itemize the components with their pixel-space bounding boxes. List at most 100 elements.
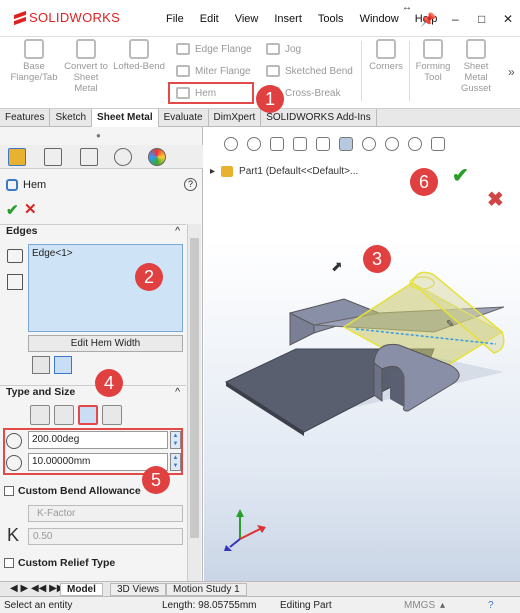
angle-spinner[interactable]: ▲ ▼ — [170, 431, 181, 449]
custom-bend-allowance-checkbox[interactable] — [4, 486, 14, 496]
menu-edit[interactable]: Edit — [192, 13, 227, 25]
custom-bend-allowance-row[interactable]: Custom Bend Allowance — [4, 485, 141, 497]
ok-button[interactable]: ✔ — [6, 201, 19, 219]
ribbon-separator — [409, 41, 410, 101]
menu-tools[interactable]: Tools — [310, 13, 352, 25]
callout-2: 2 — [135, 263, 163, 291]
angle-field-row: 200.00deg ▲ ▼ — [6, 431, 182, 451]
base-flange-button[interactable]: Base Flange/Tab — [8, 39, 60, 83]
scrollbar-thumb[interactable] — [190, 238, 199, 538]
radius-spinner[interactable]: ▲ ▼ — [170, 453, 181, 471]
close-button[interactable]: ✕ — [503, 12, 513, 26]
minimize-button[interactable]: – — [452, 12, 459, 26]
lofted-bend-icon — [129, 39, 149, 59]
tab-sheet-metal[interactable]: Sheet Metal — [92, 109, 159, 127]
menu-view[interactable]: View — [227, 13, 267, 25]
feature-manager-icon[interactable] — [8, 148, 26, 166]
collapse-chevron-icon[interactable]: ^ — [175, 225, 180, 237]
status-length: Length: 98.05755mm — [162, 600, 257, 611]
menu-file[interactable]: File — [158, 13, 192, 25]
angle-input[interactable]: 200.00deg — [28, 431, 168, 449]
sketched-bend-button[interactable]: Sketched Bend — [266, 65, 353, 77]
bend-outside-button[interactable] — [54, 356, 72, 374]
units-dropdown-icon[interactable]: ▴ — [440, 600, 445, 611]
edit-hem-width-button[interactable]: Edit Hem Width — [28, 335, 183, 352]
corners-button[interactable]: Corners — [366, 39, 406, 72]
help-status-icon[interactable]: ? — [488, 600, 494, 611]
hem-closed-button[interactable] — [30, 405, 50, 425]
hem-rolled-button[interactable] — [102, 405, 122, 425]
front-hem-inner — [390, 368, 404, 407]
tab-sketch[interactable]: Sketch — [50, 109, 93, 127]
sheet-metal-gusset-button[interactable]: Sheet Metal Gusset — [456, 39, 496, 94]
sketched-bend-icon — [266, 65, 280, 77]
dimxpert-manager-icon[interactable] — [114, 148, 132, 166]
tab-model[interactable]: Model — [60, 583, 103, 596]
hem-tear-drop-button[interactable] — [78, 405, 98, 425]
sketched-bend-label: Sketched Bend — [285, 65, 353, 77]
menu-window[interactable]: Window — [352, 13, 407, 25]
tab-motion-study[interactable]: Motion Study 1 — [166, 583, 247, 596]
hem-open-button[interactable] — [54, 405, 74, 425]
title-bar: SOLIDWORKS File Edit View Insert Tools W… — [0, 0, 520, 37]
edges-header-label: Edges — [6, 225, 38, 237]
menu-insert[interactable]: Insert — [266, 13, 310, 25]
command-tabs: Features Sketch Sheet Metal Evaluate Dim… — [0, 109, 520, 127]
panel-scrollbar[interactable] — [187, 224, 201, 581]
k-factor-select[interactable]: K-Factor — [28, 505, 183, 522]
convert-to-sheet-metal-button[interactable]: Convert to Sheet Metal — [62, 39, 110, 94]
forming-tool-icon — [423, 39, 443, 59]
logo-text: SOLIDWORKS — [29, 10, 121, 25]
forming-tool-label: Forming Tool — [415, 61, 451, 83]
edges-section-header[interactable]: Edges ^ — [0, 224, 186, 240]
callout-6: 6 — [410, 168, 438, 196]
edges-selection-icon — [7, 249, 23, 263]
panel-grip-icon[interactable]: ● — [96, 131, 101, 140]
custom-bend-allowance-label: Custom Bend Allowance — [18, 485, 141, 497]
gusset-icon — [466, 39, 486, 59]
custom-relief-row[interactable]: Custom Relief Type — [4, 557, 115, 569]
display-manager-icon[interactable] — [148, 148, 166, 166]
ribbon-separator — [361, 41, 362, 101]
tab-evaluate[interactable]: Evaluate — [159, 109, 209, 127]
hem-highlight-box — [168, 82, 254, 104]
property-manager-panel: ● Hem ? ✔ ✕ Edges ^ Edge<1> Edit Hem Wid… — [0, 127, 203, 581]
status-units[interactable]: MMGS — [404, 600, 435, 611]
cross-break-label: Cross-Break — [285, 87, 341, 99]
tab-3d-views[interactable]: 3D Views — [110, 583, 167, 596]
hem-feature-icon — [6, 179, 18, 191]
miter-flange-button[interactable]: Miter Flange — [176, 65, 251, 77]
edge-flange-button[interactable]: Edge Flange — [176, 43, 252, 55]
k-factor-input[interactable]: 0.50 — [28, 528, 183, 545]
sheet-metal-part-model[interactable]: ✎ — [204, 127, 520, 581]
graphics-viewport[interactable]: ▸ Part1 (Default<<Default>... ✔ ✖ ⬈ ✎ — [204, 127, 520, 581]
cancel-button[interactable]: ✕ — [24, 200, 37, 218]
restore-button[interactable]: □ — [478, 12, 485, 26]
tab-add-ins[interactable]: SOLIDWORKS Add-Ins — [261, 109, 377, 127]
forming-tool-button[interactable]: Forming Tool — [413, 39, 453, 83]
help-icon[interactable]: ? — [184, 178, 197, 191]
front-hem-side — [373, 362, 383, 402]
tab-features[interactable]: Features — [0, 109, 51, 127]
hem-title: Hem — [23, 179, 47, 191]
status-message: Select an entity — [4, 600, 73, 611]
callout-1: 1 — [256, 85, 284, 113]
type-size-section-header[interactable]: Type and Size ^ — [0, 385, 186, 401]
edges-selection-box[interactable]: Edge<1> — [28, 244, 183, 332]
custom-relief-checkbox[interactable] — [4, 558, 14, 568]
edge-item[interactable]: Edge<1> — [32, 248, 73, 259]
pin-icon[interactable]: 📌 — [420, 12, 436, 28]
angle-icon — [6, 433, 22, 449]
solidworks-logo[interactable]: SOLIDWORKS — [14, 10, 120, 25]
lofted-bend-button[interactable]: Lofted-Bend — [111, 39, 167, 72]
radius-icon — [6, 455, 22, 471]
hem-cursor-icon: ✎ — [446, 319, 454, 330]
collapse-chevron-icon[interactable]: ^ — [175, 386, 180, 398]
jog-button[interactable]: Jog — [266, 43, 301, 55]
ribbon-more-button[interactable]: » — [508, 65, 515, 79]
property-manager-icon[interactable] — [44, 148, 62, 166]
tab-dimxpert[interactable]: DimXpert — [209, 109, 262, 127]
material-inside-button[interactable] — [32, 356, 50, 374]
configuration-manager-icon[interactable] — [80, 148, 98, 166]
reverse-direction-icon[interactable] — [7, 274, 23, 290]
